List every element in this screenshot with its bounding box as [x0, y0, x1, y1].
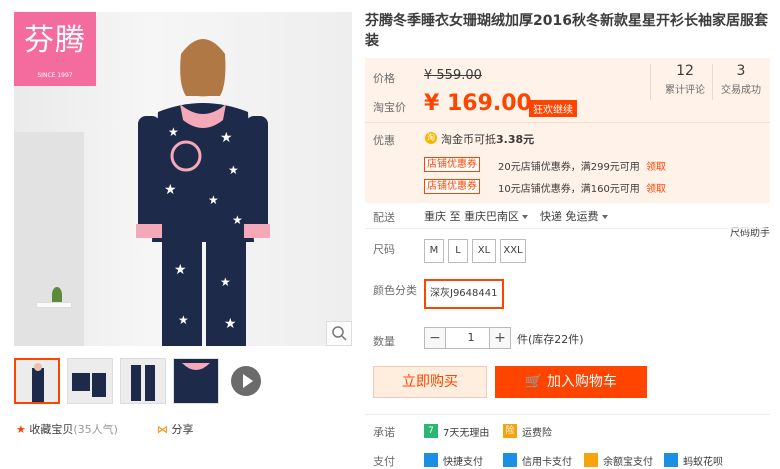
coupon-text-1: 20元店铺优惠券，满299元可用 [498, 162, 640, 173]
svg-text:★: ★ [208, 193, 219, 207]
thumbnail-2[interactable] [67, 358, 113, 404]
size-option-l[interactable]: L [448, 239, 468, 263]
yuebao-icon [584, 453, 598, 467]
original-price-label: 价格 [373, 72, 395, 85]
share-icon: ⋈ [157, 423, 168, 436]
delivery-destination[interactable]: 重庆巴南区 [464, 208, 528, 224]
payment-label: 支付 [373, 455, 395, 468]
coupon-tag-1: 店铺优惠券 [424, 157, 480, 172]
huabei-icon [664, 453, 678, 467]
coupon-claim-1[interactable]: 领取 [646, 158, 666, 173]
coupon-text-2: 10元店铺优惠券，满160元可用 [498, 184, 640, 195]
destination-text: 重庆巴南区 [464, 210, 519, 223]
buy-now-button[interactable]: 立即购买 [373, 366, 487, 398]
delivery-divider [365, 228, 770, 229]
stats-divider [650, 64, 651, 100]
size-helper-link[interactable]: 尺码助手 [730, 224, 770, 239]
promo-badge: 狂欢继续 [529, 100, 577, 117]
delivery-method-text: 快递 免运费 [540, 210, 599, 223]
svg-text:★: ★ [164, 182, 177, 198]
sales-count: 3 [736, 63, 746, 79]
magnifier-icon [332, 326, 347, 341]
thumbnail-4[interactable] [173, 358, 219, 404]
taobao-price-label: 淘宝价 [373, 101, 406, 114]
coupon-tag-2: 店铺优惠券 [424, 179, 480, 194]
play-video-button[interactable] [231, 366, 261, 396]
svg-text:★: ★ [228, 163, 239, 177]
window-shade [14, 132, 84, 346]
sales-label: 交易成功 [721, 85, 761, 96]
star-icon: ★ [16, 423, 26, 436]
coin-offer: 淘金币可抵3.38元 [441, 131, 534, 147]
original-price: ¥ 559.00 [424, 68, 482, 83]
delivery-method[interactable]: 快递 免运费 [540, 208, 608, 224]
model-figure: ★ ★ ★ ★ ★ ★ ★ ★ ★ ★ [136, 39, 270, 346]
svg-text:★: ★ [224, 316, 237, 332]
brand-logo: 芬腾 SINCE 1997 [14, 12, 96, 86]
svg-text:★: ★ [178, 313, 189, 327]
price-panel-divider [365, 122, 770, 123]
svg-text:★: ★ [220, 130, 233, 146]
color-label: 颜色分类 [373, 284, 417, 297]
chevron-down-icon [601, 215, 608, 219]
add-to-cart-label: 加入购物车 [546, 374, 617, 390]
coin-icon: 淘 [425, 132, 437, 144]
quantity-decrease-button[interactable]: − [424, 327, 446, 349]
size-option-xl[interactable]: XL [472, 239, 496, 263]
coin-value: 3.38元 [496, 133, 535, 146]
stool [36, 302, 72, 308]
svg-text:★: ★ [174, 262, 187, 278]
size-label: 尺码 [373, 243, 395, 256]
brand-since: SINCE 1997 [37, 72, 73, 79]
coin-text: 淘金币可抵 [441, 133, 496, 146]
product-title: 芬腾冬季睡衣女珊瑚绒加厚2016秋冬新款星星开衫长袖家居服套装 [365, 13, 768, 49]
brand-name: 芬腾 [24, 23, 86, 58]
shipping-insurance-icon: 险 [503, 424, 517, 438]
thumbnail-1[interactable] [14, 358, 60, 404]
promise-label: 承诺 [373, 426, 395, 439]
quantity-increase-button[interactable]: + [489, 327, 511, 349]
delivery-from: 重庆 至 [424, 210, 461, 223]
promise-divider [365, 414, 770, 415]
stats-divider-2 [712, 64, 713, 100]
discount-label: 优惠 [373, 134, 395, 147]
review-label[interactable]: 累计评论 [658, 81, 712, 96]
taobao-price: ¥ 169.00 [424, 91, 532, 116]
credit-card-icon [503, 453, 517, 467]
favorite-label: 收藏宝贝 [29, 423, 74, 436]
chevron-down-icon [522, 215, 528, 219]
color-option-selected[interactable]: 深灰J9648441 [424, 279, 504, 309]
add-to-cart-button[interactable]: 🛒 加入购物车 [495, 366, 647, 398]
svg-text:★: ★ [232, 213, 243, 227]
favorite-count: (35人气) [73, 423, 118, 436]
seven-day-return[interactable]: 7天无理由 [443, 424, 489, 439]
shipping-insurance[interactable]: 运费险 [522, 424, 552, 439]
review-count[interactable]: 12 [660, 63, 710, 79]
svg-text:★: ★ [168, 125, 179, 139]
cart-icon: 🛒 [525, 374, 543, 390]
quick-pay-icon [424, 453, 438, 467]
quantity-label: 数量 [373, 335, 395, 348]
size-option-xxl[interactable]: XXL [500, 239, 526, 263]
share-link[interactable]: ⋈ 分享 [157, 421, 194, 437]
zoom-button[interactable] [326, 321, 352, 346]
stock-info: 件(库存22件) [517, 333, 584, 346]
favorite-link[interactable]: ★ 收藏宝贝(35人气) [16, 421, 118, 437]
delivery-label: 配送 [373, 211, 395, 224]
size-option-m[interactable]: M [424, 239, 444, 263]
share-label: 分享 [171, 423, 194, 436]
thumbnail-3[interactable] [120, 358, 166, 404]
plant [52, 287, 62, 302]
seven-day-icon: 7 [424, 424, 438, 438]
coupon-claim-2[interactable]: 领取 [646, 180, 666, 195]
svg-text:★: ★ [220, 275, 231, 289]
